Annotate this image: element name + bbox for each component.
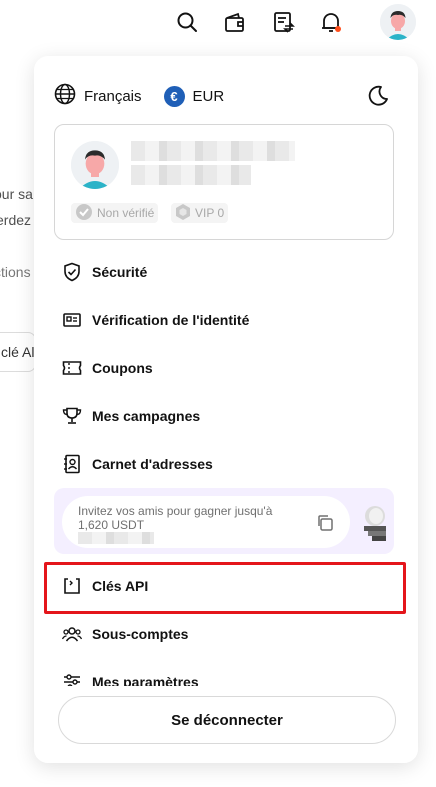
top-bar xyxy=(0,0,436,46)
invite-link-box: Invitez vos amis pour gagner jusqu'à 1,6… xyxy=(62,496,350,548)
menu-item-label: Sous-comptes xyxy=(92,626,189,642)
wallet-icon[interactable] xyxy=(223,10,247,34)
ticket-icon xyxy=(62,358,82,378)
profile-card[interactable]: Non vérifié VIP 0 xyxy=(54,124,394,240)
blurred-user-id xyxy=(131,165,251,185)
invite-text-line1: Invitez vos amis pour gagner jusqu'à xyxy=(78,504,273,518)
vip-level: VIP 0 xyxy=(195,206,225,220)
menu-item-verification[interactable]: Vérification de l'identité xyxy=(34,296,418,344)
menu-item-label: Coupons xyxy=(92,360,153,376)
language-selector[interactable]: Français xyxy=(54,83,142,109)
account-menu-lower: Clés API Sous-comptes Mes paramètres xyxy=(34,562,418,706)
shield-icon xyxy=(62,262,82,282)
blurred-referral-code xyxy=(78,532,154,544)
language-label: Français xyxy=(84,87,142,105)
profile-avatar xyxy=(71,141,119,189)
currency-label: EUR xyxy=(192,87,225,105)
invite-banner[interactable]: Invitez vos amis pour gagner jusqu'à 1,6… xyxy=(54,488,394,554)
id-card-icon xyxy=(62,310,82,330)
moon-icon[interactable] xyxy=(366,84,390,108)
copy-icon[interactable] xyxy=(316,514,334,532)
verification-badge: Non vérifié xyxy=(71,203,159,224)
avatar[interactable] xyxy=(380,4,416,40)
logout-button[interactable]: Se déconnecter xyxy=(58,696,396,744)
menu-item-label: Sécurité xyxy=(92,264,148,280)
address-book-icon xyxy=(62,454,82,474)
globe-icon xyxy=(54,83,76,109)
check-seal-icon xyxy=(75,203,93,224)
vip-badge: VIP 0 xyxy=(171,203,229,224)
notification-dot xyxy=(335,26,341,32)
vip-hexagon-icon xyxy=(175,203,191,224)
invite-text-line2: 1,620 USDT xyxy=(78,518,145,532)
background-text-3: ctions xyxy=(0,264,31,280)
users-icon xyxy=(62,624,82,644)
background-text-2: erdez xyxy=(0,212,32,228)
menu-item-label: Clés API xyxy=(92,578,149,594)
menu-item-carnet-adresses[interactable]: Carnet d'adresses xyxy=(34,440,418,488)
menu-item-label: Mes campagnes xyxy=(92,408,201,424)
account-dropdown-panel: Français € EUR Non vérifié VIP 0 Sécurit… xyxy=(34,56,418,763)
coin-stack-icon xyxy=(358,500,388,544)
blurred-username xyxy=(131,141,295,161)
menu-item-sous-comptes[interactable]: Sous-comptes xyxy=(34,610,418,658)
verification-status: Non vérifié xyxy=(97,206,155,220)
trophy-icon xyxy=(62,406,82,426)
menu-item-cles-api[interactable]: Clés API xyxy=(34,562,418,610)
currency-selector[interactable]: € EUR xyxy=(163,85,225,107)
background-text-1: our sa xyxy=(0,186,33,202)
bell-icon[interactable] xyxy=(319,10,343,34)
menu-item-coupons[interactable]: Coupons xyxy=(34,344,418,392)
account-menu: Sécurité Vérification de l'identité Coup… xyxy=(34,248,418,488)
search-icon[interactable] xyxy=(175,10,199,34)
orders-icon[interactable] xyxy=(272,10,296,34)
language-currency-row: Français € EUR xyxy=(54,83,398,109)
menu-item-securite[interactable]: Sécurité xyxy=(34,248,418,296)
euro-icon: € xyxy=(163,85,185,107)
menu-item-label: Carnet d'adresses xyxy=(92,456,213,472)
menu-item-campagnes[interactable]: Mes campagnes xyxy=(34,392,418,440)
menu-item-label: Vérification de l'identité xyxy=(92,312,250,328)
background-api-key-button[interactable]: clé Al xyxy=(0,332,36,372)
api-key-icon xyxy=(62,576,82,596)
